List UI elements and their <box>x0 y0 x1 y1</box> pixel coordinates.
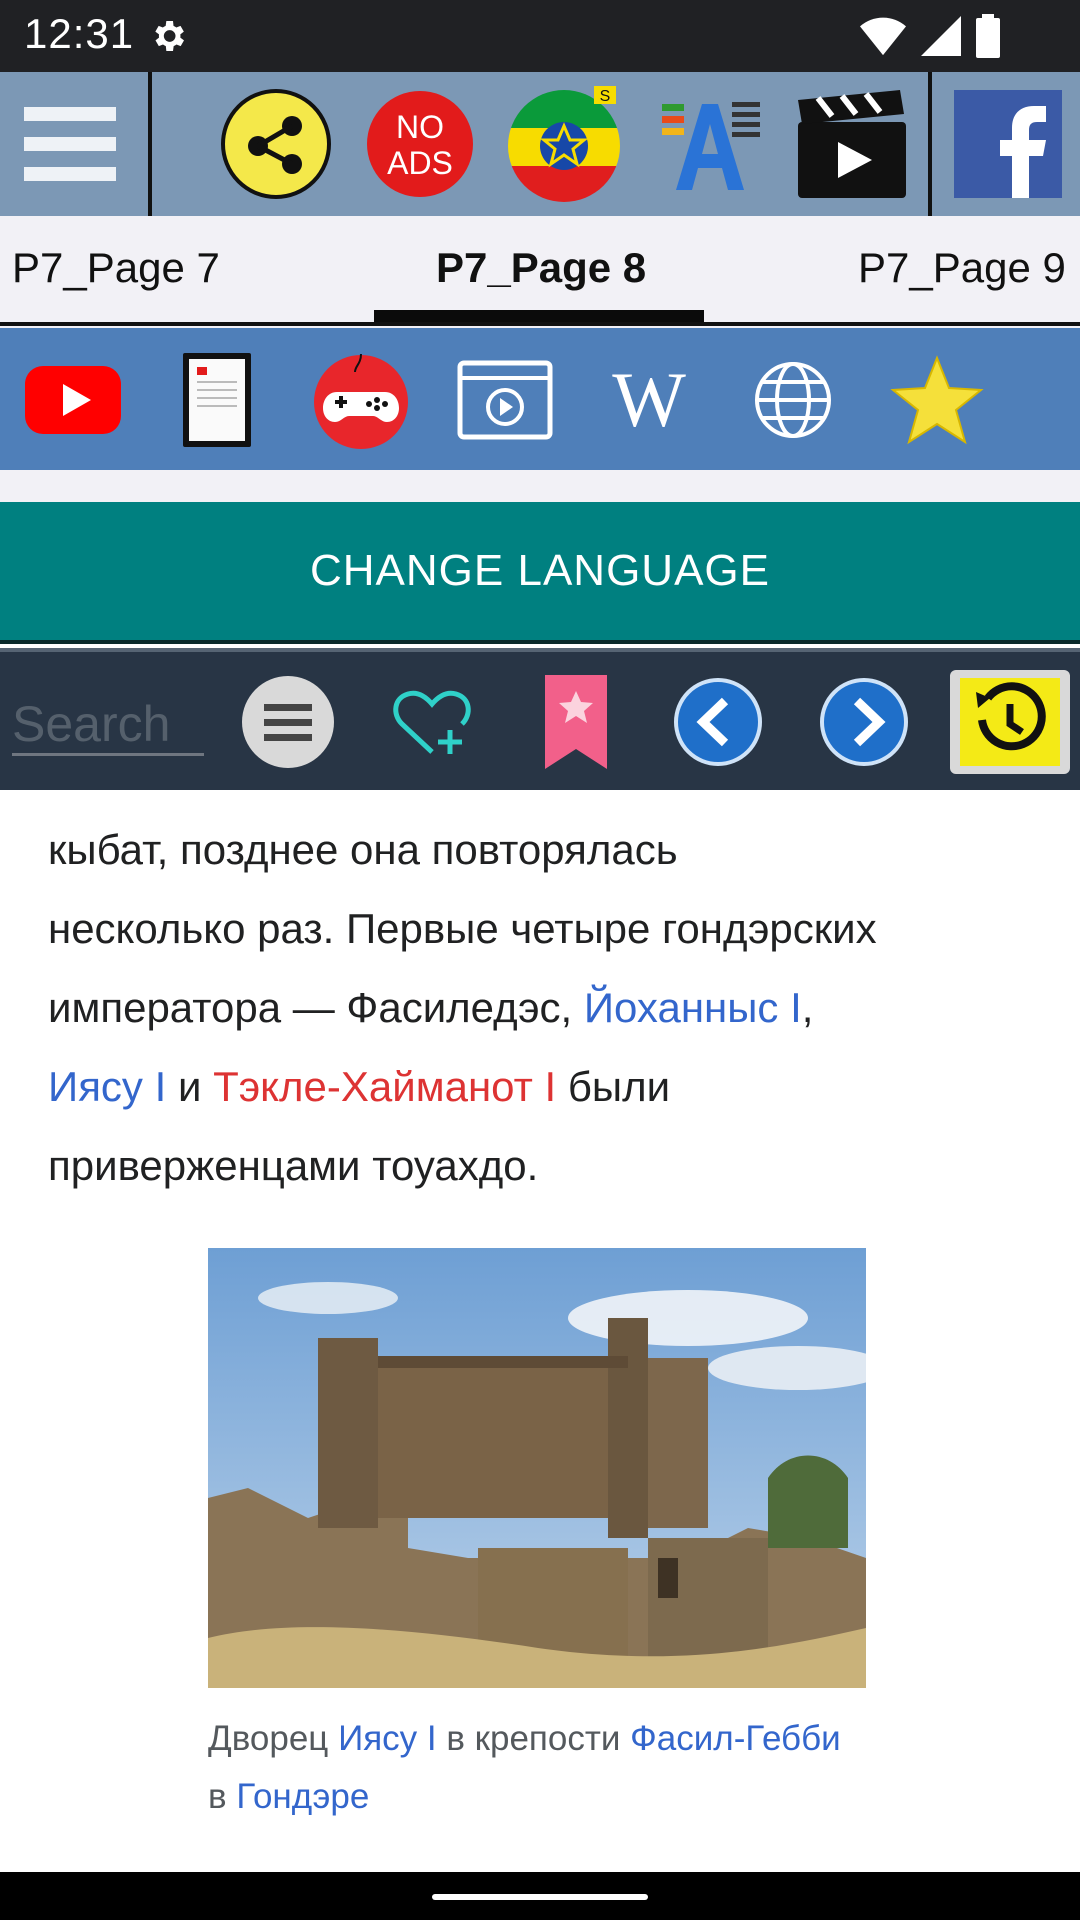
wifi-icon <box>860 17 906 56</box>
globe-icon <box>755 362 831 438</box>
article-navbar: Search <box>0 648 1080 790</box>
bookmark-button[interactable] <box>526 670 626 774</box>
menu-icon <box>24 107 116 181</box>
list-icon <box>242 676 334 768</box>
battery-icon <box>976 14 1000 58</box>
text-line: несколько раз. Первые четыре гондэрских <box>48 905 877 952</box>
share-button[interactable] <box>214 82 338 206</box>
gamepad-icon <box>314 353 408 449</box>
article-content: кыбат, позднее она повторялась несколько… <box>0 790 1080 1872</box>
font-size-button[interactable] <box>646 82 770 206</box>
svg-text:S: S <box>600 88 611 105</box>
forward-icon <box>820 678 908 766</box>
change-language-button[interactable]: CHANGE LANGUAGE <box>0 502 1080 644</box>
ethiopia-flag-icon: S <box>508 86 620 202</box>
tabs-divider <box>0 322 1080 326</box>
link-yohannes-i[interactable]: Йоханныс I <box>584 984 802 1031</box>
home-gesture-handle[interactable] <box>432 1894 648 1900</box>
back-button[interactable] <box>668 670 768 774</box>
link-iyasu-i[interactable]: Иясу I <box>48 1063 166 1110</box>
tab-page-9[interactable]: P7_Page 9 <box>858 244 1066 292</box>
signal-icon <box>921 16 961 56</box>
text-line: Иясу I и Тэкле-Хайманот I были <box>48 1063 671 1110</box>
caption-link-gondar[interactable]: Гондэре <box>236 1777 369 1816</box>
no-ads-button[interactable]: NO ADS <box>358 82 482 206</box>
video-player-icon <box>457 360 553 440</box>
spacer <box>0 470 1080 502</box>
forward-button[interactable] <box>814 670 914 774</box>
tab-page-8[interactable]: P7_Page 8 <box>436 244 646 292</box>
tab-page-7[interactable]: P7_Page 7 <box>12 244 220 292</box>
toolbar-divider <box>928 72 932 216</box>
ebook-button[interactable] <box>162 348 272 452</box>
add-favorite-button[interactable] <box>382 670 482 774</box>
history-button[interactable] <box>948 670 1072 774</box>
star-icon <box>890 355 984 445</box>
svg-text:ADS: ADS <box>387 145 453 181</box>
system-navigation-bar <box>0 1872 1080 1920</box>
text-line: кыбат, позднее она повторялась <box>48 826 678 873</box>
link-tekle-haymanot-i[interactable]: Тэкле-Хайманот I <box>213 1063 556 1110</box>
figure-caption: Дворец Иясу I в крепости Фасил-Гебби в Г… <box>208 1719 841 1816</box>
youtube-icon <box>25 366 121 434</box>
video-icon <box>798 90 906 198</box>
search-input[interactable]: Search <box>12 692 204 756</box>
no-ads-icon: NO ADS <box>367 91 473 197</box>
text-line: приверженцами тоуахдо. <box>48 1142 539 1189</box>
back-icon <box>674 678 762 766</box>
text-line: императора — Фасиледэс, Йоханныс I, <box>48 984 814 1031</box>
web-button[interactable] <box>738 348 848 452</box>
clock: 12:31 <box>24 10 135 57</box>
language-flag-button[interactable]: S <box>502 82 626 206</box>
wikipedia-button[interactable]: W <box>594 348 704 452</box>
caption-link-fasil-ghebbi[interactable]: Фасил-Гебби <box>630 1719 841 1758</box>
games-button[interactable] <box>306 348 416 452</box>
wikipedia-icon: W <box>612 356 686 443</box>
youtube-button[interactable] <box>18 348 128 452</box>
contents-button[interactable] <box>238 670 338 774</box>
bookmark-icon <box>545 675 607 769</box>
favorites-button[interactable] <box>882 348 992 452</box>
menu-button[interactable] <box>8 82 132 206</box>
caption-link-iyasu-i[interactable]: Иясу I <box>338 1719 437 1758</box>
facebook-button[interactable] <box>946 82 1070 206</box>
settings-icon <box>155 21 184 51</box>
video-player-button[interactable] <box>450 348 560 452</box>
castle-photo[interactable] <box>208 1248 866 1688</box>
video-button[interactable] <box>790 82 914 206</box>
toolbar-divider <box>148 72 152 216</box>
svg-text:NO: NO <box>396 109 444 145</box>
share-icon <box>221 89 331 199</box>
article-paragraph: кыбат, позднее она повторялась несколько… <box>48 810 1048 1205</box>
font-size-icon <box>662 102 760 190</box>
facebook-icon <box>954 90 1062 198</box>
top-toolbar: NO ADS S <box>0 72 1080 216</box>
ebook-icon <box>183 353 251 447</box>
history-icon <box>950 670 1070 774</box>
status-bar: 12:31 <box>0 0 1080 72</box>
quick-links-bar: W <box>0 328 1080 470</box>
add-favorite-icon <box>393 690 471 754</box>
